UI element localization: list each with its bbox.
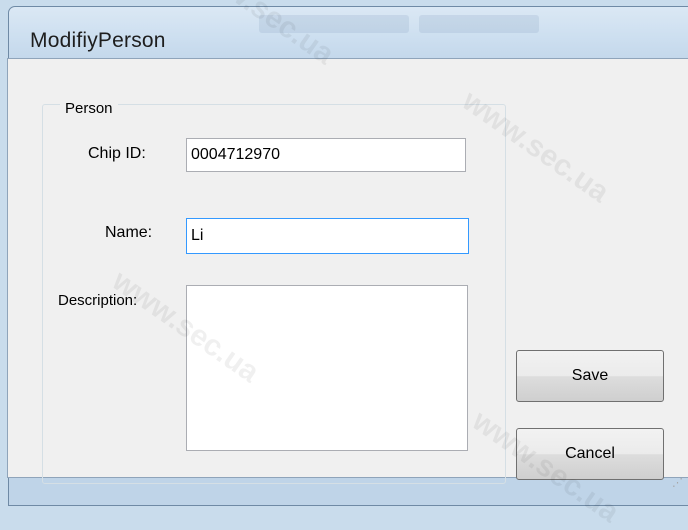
chip-id-input[interactable] (186, 138, 466, 172)
save-button[interactable]: Save (516, 350, 664, 402)
background-window-hint (419, 15, 539, 33)
title-bar[interactable]: ModifiyPerson (9, 7, 688, 65)
name-input[interactable] (186, 218, 469, 254)
description-textarea[interactable] (186, 285, 468, 451)
window-title: ModifiyPerson (30, 29, 166, 52)
name-label: Name: (105, 224, 153, 241)
cancel-button[interactable]: Cancel (516, 428, 664, 480)
person-groupbox-legend: Person (60, 100, 118, 117)
description-label: Description: (58, 292, 138, 309)
chip-id-label: Chip ID: (88, 145, 146, 162)
background-window-hint (259, 15, 409, 33)
resize-grip-icon[interactable]: ⋰ (672, 476, 683, 489)
